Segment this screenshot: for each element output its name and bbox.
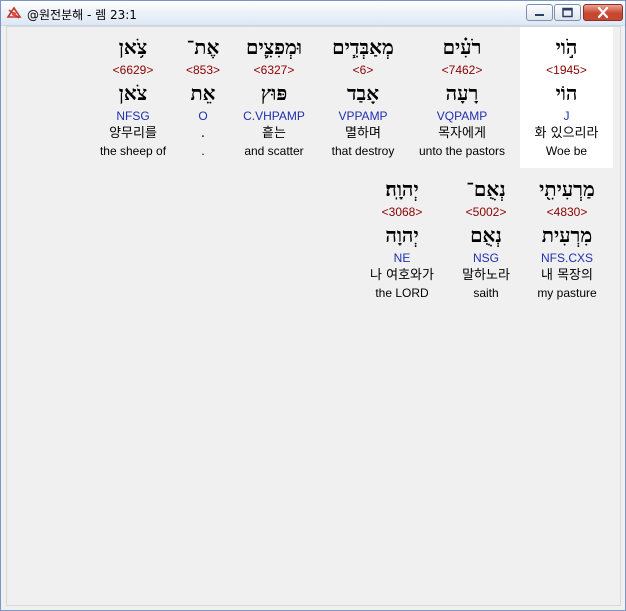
hebrew-word: צֹ֥אן	[118, 35, 148, 59]
maximize-icon	[562, 7, 573, 18]
english-gloss: that destroy	[331, 144, 395, 158]
hebrew-lemma: הוֹי	[555, 81, 578, 105]
word-cell-7[interactable]: מַרְעִיתִ֖י <4830> מִרְעִית NFS.CXS 내 목장…	[525, 169, 609, 310]
morphology-code: NFSG	[116, 109, 150, 123]
korean-gloss: 나 여호와가	[370, 268, 434, 283]
hebrew-lemma: מִרְעִית	[541, 223, 593, 247]
morphology-code: NFS.CXS	[540, 251, 593, 265]
app-logo-icon	[6, 5, 22, 21]
hebrew-lemma: צֹאן	[118, 81, 148, 105]
english-gloss: and scatter	[244, 144, 304, 158]
korean-gloss: 화 있으리라	[534, 126, 599, 141]
korean-gloss: .	[200, 126, 206, 141]
word-cell-3[interactable]: מְאַבְּדִ֧ים <6> אָבַד VPPAMP 멸하며 that d…	[322, 27, 404, 168]
english-gloss: .	[201, 144, 205, 158]
morphology-code: NSG	[472, 251, 499, 265]
morphology-code: C.VHPAMP	[243, 109, 305, 123]
strong-number[interactable]: <6327>	[234, 63, 314, 77]
minimize-icon	[535, 14, 544, 16]
morphology-code: VQPAMP	[436, 109, 488, 123]
minimize-button[interactable]	[526, 4, 553, 21]
hebrew-lemma: רָעָה	[445, 81, 479, 105]
korean-gloss: 목자에게	[438, 126, 486, 141]
morphology-code: NE	[393, 251, 411, 265]
korean-gloss: 흩는	[262, 126, 286, 141]
maximize-button[interactable]	[554, 4, 581, 21]
english-gloss: the LORD	[375, 286, 429, 300]
strong-number[interactable]: <3068>	[359, 205, 445, 219]
strong-number[interactable]: <5002>	[453, 205, 519, 219]
window-title: @원전분해 - 렘 23:1	[27, 8, 137, 22]
hebrew-word: נְאֻם־	[466, 177, 506, 201]
morphology-code: J	[563, 109, 570, 123]
hebrew-word: אֶת־	[186, 35, 220, 59]
hebrew-word: מַרְעִיתִ֖י	[539, 177, 595, 201]
hebrew-lemma: נְאֻם	[470, 223, 502, 247]
word-cell-9[interactable]: יְהוָֽה׃ <3068> יְהוָה NE 나 여호와가 the LOR…	[359, 169, 445, 310]
word-cell-1[interactable]: הֹ֣וי <1945> הוֹי J 화 있으리라 Woe be	[520, 27, 613, 168]
english-gloss: the sheep of	[99, 144, 167, 158]
korean-gloss: 내 목장의	[541, 268, 593, 283]
hebrew-word: הֹ֣וי	[555, 35, 578, 59]
hebrew-word: יְהוָֽה׃	[385, 177, 419, 201]
title-bar[interactable]: @원전분해 - 렘 23:1	[1, 1, 625, 26]
korean-gloss: 말하노라	[462, 268, 510, 283]
close-button[interactable]	[583, 4, 623, 21]
hebrew-lemma: יְהוָה	[385, 223, 419, 247]
morphology-code: VPPAMP	[338, 109, 388, 123]
app-window: @원전분해 - 렘 23:1 הֹ֣וי <1945> הוֹי J 화 있으리…	[0, 0, 626, 611]
english-gloss: saith	[473, 286, 499, 300]
word-cell-8[interactable]: נְאֻם־ <5002> נְאֻם NSG 말하노라 saith	[453, 169, 519, 310]
korean-gloss: 멸하며	[345, 126, 381, 141]
strong-number[interactable]: <7462>	[412, 63, 512, 77]
strong-number[interactable]: <6629>	[94, 63, 172, 77]
hebrew-word: רֹעִ֗ים	[442, 35, 482, 59]
strong-number[interactable]: <1945>	[520, 63, 613, 77]
korean-gloss: 양무리를	[109, 126, 157, 141]
hebrew-lemma: פּוּץ	[260, 81, 288, 105]
morphology-code: O	[198, 109, 208, 123]
english-gloss: my pasture	[537, 286, 597, 300]
close-icon	[597, 6, 609, 19]
analysis-panel: הֹ֣וי <1945> הוֹי J 화 있으리라 Woe be רֹעִ֗י…	[6, 26, 621, 606]
strong-number[interactable]: <853>	[180, 63, 226, 77]
hebrew-lemma: אָבַד	[346, 81, 380, 105]
hebrew-word: וּמְפִצִ֛ים	[245, 35, 303, 59]
word-cell-2[interactable]: רֹעִ֗ים <7462> רָעָה VQPAMP 목자에게 unto th…	[412, 27, 512, 168]
word-cell-5[interactable]: אֶת־ <853> אֵת O . .	[180, 27, 226, 168]
word-cell-6[interactable]: צֹ֥אן <6629> צֹאן NFSG 양무리를 the sheep of	[94, 27, 172, 168]
word-cell-4[interactable]: וּמְפִצִ֛ים <6327> פּוּץ C.VHPAMP 흩는 and…	[234, 27, 314, 168]
hebrew-lemma: אֵת	[190, 81, 216, 105]
hebrew-word: מְאַבְּדִ֧ים	[332, 35, 394, 59]
english-gloss: Woe be	[545, 144, 588, 158]
english-gloss: unto the pastors	[418, 144, 506, 158]
strong-number[interactable]: <6>	[322, 63, 404, 77]
strong-number[interactable]: <4830>	[525, 205, 609, 219]
